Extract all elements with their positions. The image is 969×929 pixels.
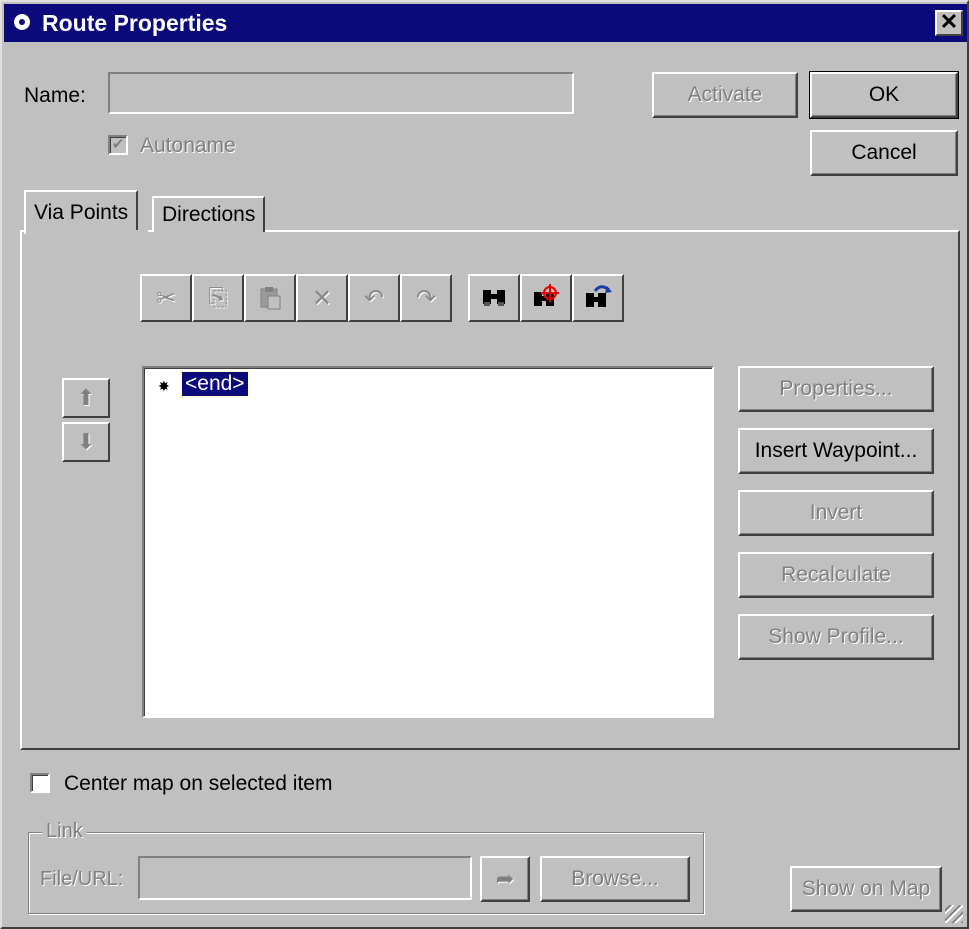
window-title: Route Properties xyxy=(42,10,228,36)
show-profile-button[interactable]: Show Profile... xyxy=(738,614,934,660)
center-map-checkbox[interactable] xyxy=(30,773,50,793)
autoname-checkbox[interactable]: ✔ xyxy=(108,135,128,155)
show-on-map-button[interactable]: Show on Map xyxy=(790,866,942,912)
activate-button[interactable]: Activate xyxy=(652,72,798,118)
resize-grip[interactable] xyxy=(945,905,963,923)
route-properties-dialog: Route Properties ✕ Name: ✔ Autoname Acti… xyxy=(0,0,969,929)
copy-icon: ⎘ xyxy=(208,284,228,311)
paste-icon xyxy=(260,287,281,310)
ok-button[interactable]: OK xyxy=(809,71,959,119)
undo-icon: ↶ xyxy=(363,284,385,312)
file-url-label: File/URL: xyxy=(40,868,124,890)
insert-waypoint-button[interactable]: Insert Waypoint... xyxy=(738,428,934,474)
link-legend: Link xyxy=(42,820,87,843)
cancel-button[interactable]: Cancel xyxy=(810,130,958,176)
cut-button[interactable]: ✂ xyxy=(140,274,192,322)
go-arrow-icon: ➦ xyxy=(495,866,515,891)
move-down-button[interactable]: ⬇ xyxy=(62,422,110,462)
list-item[interactable]: <end> xyxy=(181,371,249,397)
name-input[interactable] xyxy=(108,72,574,114)
app-icon xyxy=(14,14,30,30)
undo-button[interactable]: ↶ xyxy=(348,274,400,322)
binoculars-icon xyxy=(483,290,505,306)
tab-via-points[interactable]: Via Points xyxy=(24,190,139,234)
find-target-button[interactable] xyxy=(520,274,572,322)
recalculate-button[interactable]: Recalculate xyxy=(738,552,934,598)
name-label: Name: xyxy=(24,84,86,107)
active-tab-joint xyxy=(26,230,148,234)
file-url-input[interactable] xyxy=(138,856,472,900)
properties-button[interactable]: Properties... xyxy=(738,366,934,412)
copy-button[interactable]: ⎘ xyxy=(192,274,244,322)
close-button[interactable]: ✕ xyxy=(935,10,963,36)
redo-icon: ↷ xyxy=(415,284,437,312)
arrow-up-icon: ⬆ xyxy=(76,385,96,410)
paste-button[interactable] xyxy=(244,274,296,322)
close-icon: ✕ xyxy=(939,9,959,34)
binoculars-arrow-icon xyxy=(586,285,612,307)
center-map-label: Center map on selected item xyxy=(64,772,333,795)
open-link-button[interactable]: ➦ xyxy=(480,856,530,902)
browse-button[interactable]: Browse... xyxy=(540,856,690,902)
find-next-button[interactable] xyxy=(572,274,624,322)
delete-button[interactable]: ✕ xyxy=(296,274,348,322)
waypoint-marker-icon: ✸ xyxy=(158,378,170,394)
find-button[interactable] xyxy=(468,274,520,322)
via-points-list[interactable] xyxy=(142,366,714,718)
delete-icon: ✕ xyxy=(311,284,333,312)
redo-button[interactable]: ↷ xyxy=(400,274,452,322)
title-bar: Route Properties ✕ xyxy=(4,4,967,42)
autoname-label: Autoname xyxy=(140,134,236,157)
cut-icon: ✂ xyxy=(155,284,177,312)
tab-directions[interactable]: Directions xyxy=(152,196,266,232)
arrow-down-icon: ⬇ xyxy=(76,429,96,454)
binoculars-target-icon xyxy=(534,284,559,306)
invert-button[interactable]: Invert xyxy=(738,490,934,536)
move-up-button[interactable]: ⬆ xyxy=(62,378,110,418)
